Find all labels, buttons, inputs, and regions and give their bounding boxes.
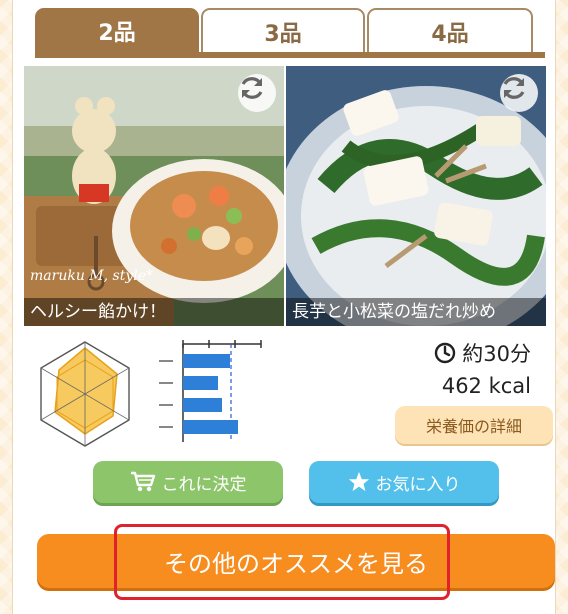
tab-underline — [35, 52, 545, 58]
refresh-icon — [241, 77, 263, 99]
see-more-recommendations-button[interactable]: その他のオススメを見る — [37, 534, 555, 588]
tab-2-dishes[interactable]: 2品 — [35, 8, 199, 54]
photo-caption-2: 長芋と小松菜の塩だれ炒め — [286, 298, 546, 326]
tab-3-dishes[interactable]: 3品 — [201, 8, 365, 54]
photo-watermark: maruku M, style* — [30, 268, 153, 284]
tab-4-dishes[interactable]: 4品 — [367, 8, 533, 54]
nutrition-bar — [183, 420, 238, 434]
cooking-time-value: 約30分 — [462, 342, 531, 366]
nutrition-bar-chart — [159, 340, 262, 442]
recipe-photo-1[interactable]: maruku M, style* ヘルシー餡かけ！ — [24, 66, 284, 326]
recipe-photo-2[interactable]: 長芋と小松菜の塩だれ炒め — [286, 66, 546, 326]
decide-button[interactable]: これに決定 — [93, 461, 283, 503]
photo-caption-1: ヘルシー餡かけ！ — [24, 298, 284, 326]
decide-button-label: これに決定 — [161, 474, 247, 495]
dish-count-tabs: 2品 3品 4品 — [35, 8, 545, 54]
refresh-photo-1-button[interactable] — [238, 74, 276, 112]
nutrition-bar — [183, 398, 222, 412]
cooking-time: 約30分 — [434, 338, 531, 368]
refresh-icon — [503, 77, 525, 99]
cart-icon — [130, 471, 155, 492]
star-icon — [348, 471, 369, 492]
clock-icon — [435, 342, 456, 364]
favorite-button[interactable]: お気に入り — [309, 461, 499, 503]
nutrition-radar-chart — [40, 341, 130, 447]
favorite-button-label: お気に入り — [375, 474, 461, 495]
nutrition-bar — [183, 354, 230, 368]
nutrition-bar — [183, 376, 218, 390]
calories: 462 kcal — [441, 374, 531, 398]
recipe-card: 2品 3品 4品 maruku M, style* ヘルシー餡かけ！ 長芋と小松… — [12, 0, 556, 614]
nutrition-detail-button[interactable]: 栄養価の詳細 — [395, 406, 553, 444]
refresh-photo-2-button[interactable] — [500, 74, 538, 112]
